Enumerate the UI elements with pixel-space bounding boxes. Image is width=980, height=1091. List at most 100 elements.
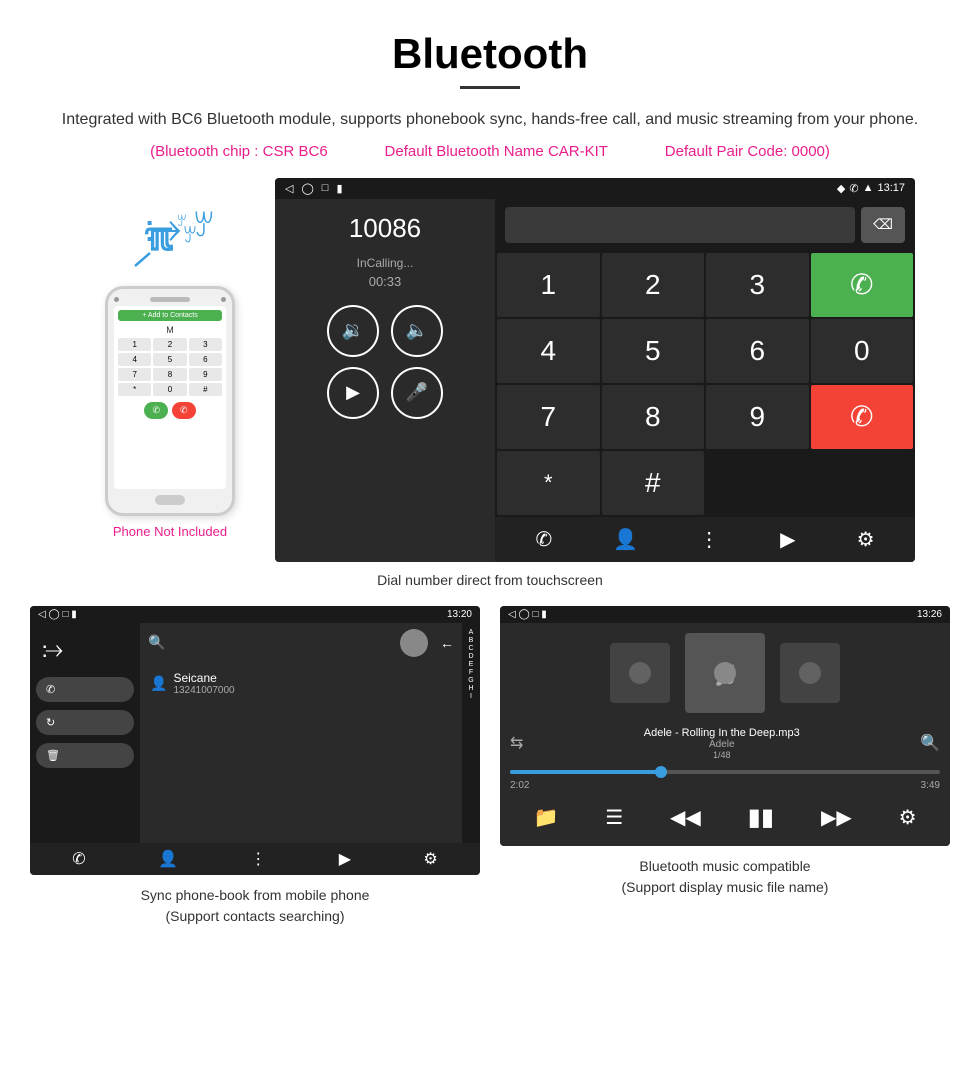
- dial-status-bar: ◁ ◯ □ ▮ ◆ ✆ ▲ 13:17: [275, 178, 915, 199]
- pb-bottom-transfer-icon[interactable]: ▶: [339, 849, 351, 869]
- nav-back-icon: ◁: [285, 182, 293, 195]
- dial-bottom-contacts-icon[interactable]: 👤: [613, 527, 638, 552]
- key-8[interactable]: 8: [602, 385, 705, 449]
- key-2[interactable]: 2: [602, 253, 705, 317]
- key-9[interactable]: 9: [706, 385, 809, 449]
- pb-alpha-list: A B C D E F G H I: [462, 623, 480, 843]
- dial-control-row-1: 🔉 🔈: [327, 305, 443, 357]
- music-caption: Bluetooth music compatible(Support displ…: [622, 856, 829, 898]
- pb-alpha-e[interactable]: E: [469, 661, 474, 668]
- dial-backspace-btn[interactable]: ⌫: [861, 207, 905, 243]
- mute-btn[interactable]: 🎤: [391, 367, 443, 419]
- music-playlist-icon[interactable]: ☰: [605, 805, 623, 830]
- music-card: ◁ ◯ □ ▮ 13:26 ♫ ♫: [500, 606, 950, 927]
- nav-pin-icon: ▮: [336, 182, 342, 195]
- pb-alpha-f[interactable]: F: [469, 669, 473, 676]
- volume-up-btn[interactable]: 🔉: [327, 305, 379, 357]
- pb-alpha-a[interactable]: A: [469, 629, 474, 636]
- key-end[interactable]: ✆: [811, 385, 914, 449]
- music-progress-fill: [510, 770, 661, 774]
- music-back-nav: ◁ ◯ □ ▮: [508, 609, 547, 620]
- dial-bottom-transfer-icon[interactable]: ▶: [780, 527, 795, 552]
- music-progress-bar[interactable]: [510, 770, 940, 774]
- music-folder-icon[interactable]: 📁: [533, 805, 558, 830]
- bottom-section: ◁ ◯ □ ▮ 13:20 ⧴ ✆ ↻ 🗑 🔍: [30, 606, 950, 927]
- chip-label: (Bluetooth chip : CSR BC6: [150, 143, 328, 160]
- dial-controls: 🔉 🔈 ▶ 🎤: [327, 305, 443, 419]
- dial-bottom-settings-icon[interactable]: ⚙: [857, 527, 875, 552]
- music-play-icon[interactable]: ▮▮: [748, 803, 774, 832]
- phonebook-screenshot: ◁ ◯ □ ▮ 13:20 ⧴ ✆ ↻ 🗑 🔍: [30, 606, 480, 875]
- dial-control-row-2: ▶ 🎤: [327, 367, 443, 419]
- pb-search-row: 🔍 ←: [140, 623, 462, 663]
- music-track-name: Adele - Rolling In the Deep.mp3: [644, 727, 800, 739]
- key-call[interactable]: ✆: [811, 253, 914, 317]
- pb-arrow-back-icon[interactable]: ←: [440, 635, 454, 651]
- phone-top-bar: [114, 297, 226, 302]
- key-hash[interactable]: #: [602, 451, 705, 515]
- music-prev-icon[interactable]: ◀◀: [670, 805, 701, 830]
- music-status-right: 13:26: [917, 609, 942, 620]
- key-star[interactable]: *: [497, 451, 600, 515]
- pb-alpha-g[interactable]: G: [468, 677, 473, 684]
- music-next-icon[interactable]: ▶▶: [821, 805, 852, 830]
- music-main: ♫ ♫ ♫ ⇆ Adele - Rolli: [500, 623, 950, 846]
- pb-contact-info: Seicane 13241007000: [173, 671, 234, 696]
- dial-main-area: 10086 InCalling... 00:33 🔉 🔈 ▶ 🎤: [275, 199, 915, 562]
- dial-input-box[interactable]: [505, 207, 855, 243]
- dial-input-row: ⌫: [495, 199, 915, 251]
- status-time: 13:17: [877, 182, 905, 194]
- key-6[interactable]: 6: [706, 319, 809, 383]
- dial-calling-text: InCalling...: [357, 256, 414, 270]
- pb-bottom-contacts-icon[interactable]: 👤: [158, 849, 178, 869]
- pb-bluetooth-icon: ⧴: [36, 631, 134, 669]
- music-equalizer-icon[interactable]: ⚙: [899, 805, 917, 830]
- dial-number: 10086: [349, 213, 421, 244]
- pb-alpha-d[interactable]: D: [468, 653, 473, 660]
- music-time-row: 2:02 3:49: [510, 780, 940, 791]
- volume-down-btn[interactable]: 🔈: [391, 305, 443, 357]
- dial-timer: 00:33: [369, 274, 402, 289]
- pb-bottom-settings-icon[interactable]: ⚙: [423, 849, 437, 869]
- pb-alpha-h[interactable]: H: [468, 685, 473, 692]
- nav-recent-icon: □: [322, 182, 329, 194]
- music-controls-row: 📁 ☰ ◀◀ ▮▮ ▶▶ ⚙: [510, 799, 940, 836]
- dial-right-panel: ⌫ 1 2 3 ✆ 4 5 6 0 7 8 9 ✆ * #: [495, 199, 915, 562]
- description-text: Integrated with BC6 Bluetooth module, su…: [60, 107, 920, 133]
- pb-contact-item[interactable]: 👤 Seicane 13241007000: [140, 663, 462, 704]
- pb-delete-btn[interactable]: 🗑: [36, 743, 134, 768]
- pb-avatar-dot: [400, 629, 428, 657]
- pb-search-icon[interactable]: 🔍: [148, 634, 165, 651]
- music-status-bar: ◁ ◯ □ ▮ 13:26: [500, 606, 950, 623]
- key-7[interactable]: 7: [497, 385, 600, 449]
- bt-name-label: Default Bluetooth Name CAR-KIT: [385, 143, 608, 160]
- pb-alpha-c[interactable]: C: [468, 645, 473, 652]
- key-1[interactable]: 1: [497, 253, 600, 317]
- pb-bottom-keypad-icon[interactable]: ⋮: [250, 849, 266, 869]
- status-right: ◆ ✆ ▲ 13:17: [837, 182, 905, 195]
- pb-alpha-b[interactable]: B: [469, 637, 474, 644]
- key-4[interactable]: 4: [497, 319, 600, 383]
- music-album-row: ♫ ♫ ♫: [510, 633, 940, 713]
- music-time-current: 2:02: [510, 780, 529, 791]
- phone-dial-grid: 123 456 789 *0#: [118, 338, 222, 396]
- dial-bottom-calls-icon[interactable]: ✆: [536, 527, 553, 552]
- dial-caption: Dial number direct from touchscreen: [0, 572, 980, 588]
- phone-status-icon: ✆: [849, 182, 858, 195]
- music-search-icon[interactable]: 🔍: [920, 733, 940, 753]
- pb-call-btn[interactable]: ✆: [36, 677, 134, 702]
- keypad-grid: 1 2 3 ✆ 4 5 6 0 7 8 9 ✆ * #: [495, 251, 915, 517]
- pb-bottom-calls-icon[interactable]: ✆: [72, 849, 85, 869]
- key-0[interactable]: 0: [811, 319, 914, 383]
- music-shuffle-icon[interactable]: ⇆: [510, 733, 523, 753]
- pb-contact-number: 13241007000: [173, 685, 234, 696]
- transfer-btn[interactable]: ▶: [327, 367, 379, 419]
- key-3[interactable]: 3: [706, 253, 809, 317]
- pb-alpha-i[interactable]: I: [470, 693, 472, 700]
- key-5[interactable]: 5: [602, 319, 705, 383]
- pb-sync-btn[interactable]: ↻: [36, 710, 134, 735]
- chip-info: (Bluetooth chip : CSR BC6 Default Blueto…: [0, 143, 980, 160]
- dial-bottom-keypad-icon[interactable]: ⋮: [699, 527, 719, 552]
- music-nav-icons: ◁ ◯ □ ▮: [508, 609, 547, 620]
- pb-contact-person-icon: 👤: [150, 675, 167, 692]
